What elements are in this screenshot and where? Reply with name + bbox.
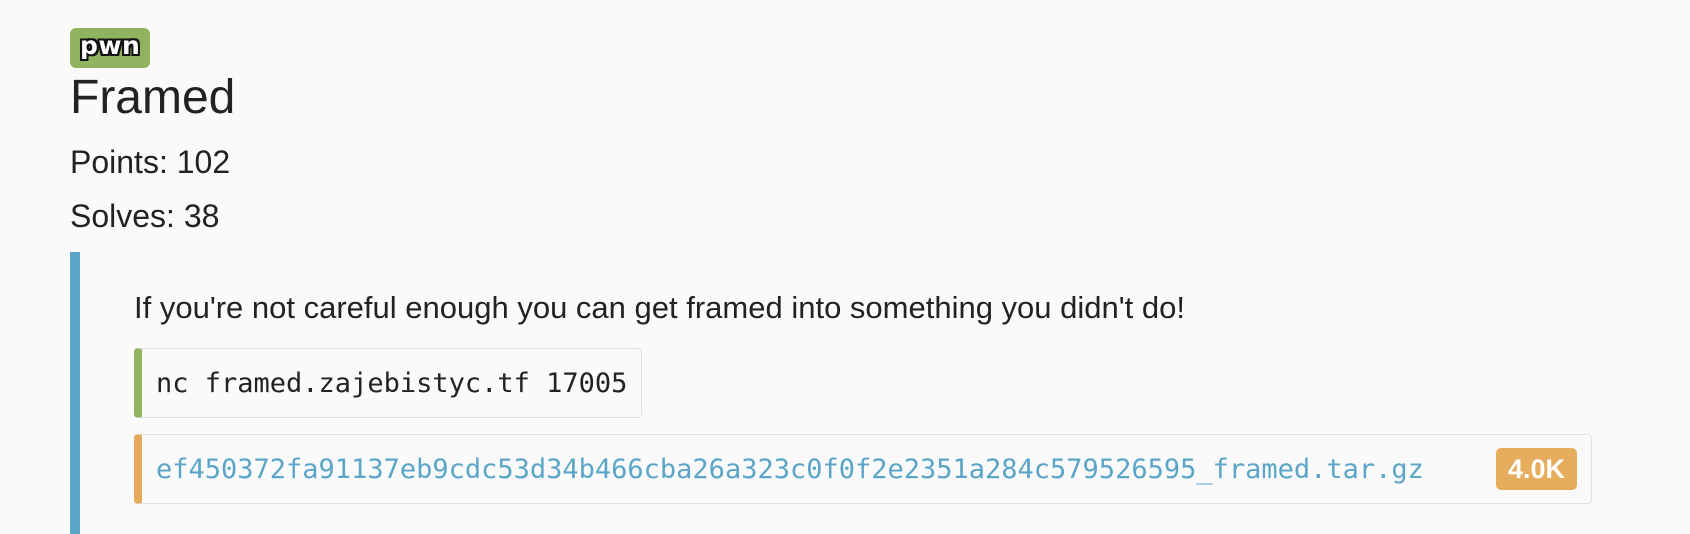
connection-command-text[interactable]: nc framed.zajebistyc.tf 17005 xyxy=(156,368,627,399)
challenge-description-block: If you're not careful enough you can get… xyxy=(70,252,1592,534)
challenge-header: pwn Framed Points: 102 Solves: 38 xyxy=(70,28,1670,236)
attachment-size-badge: 4.0K xyxy=(1495,448,1577,490)
challenge-title: Framed xyxy=(70,71,236,124)
attachment-row: ef450372fa91137eb9cdc53d34b466cba26a323c… xyxy=(134,434,1592,504)
challenge-description: If you're not careful enough you can get… xyxy=(134,290,1186,325)
solves-label: Solves: 38 xyxy=(70,198,220,234)
attachment-download-link[interactable]: ef450372fa91137eb9cdc53d34b466cba26a323c… xyxy=(156,454,1424,485)
connection-command[interactable]: nc framed.zajebistyc.tf 17005 xyxy=(134,348,643,418)
category-badge: pwn xyxy=(70,28,151,68)
points-label: Points: 102 xyxy=(70,144,231,180)
